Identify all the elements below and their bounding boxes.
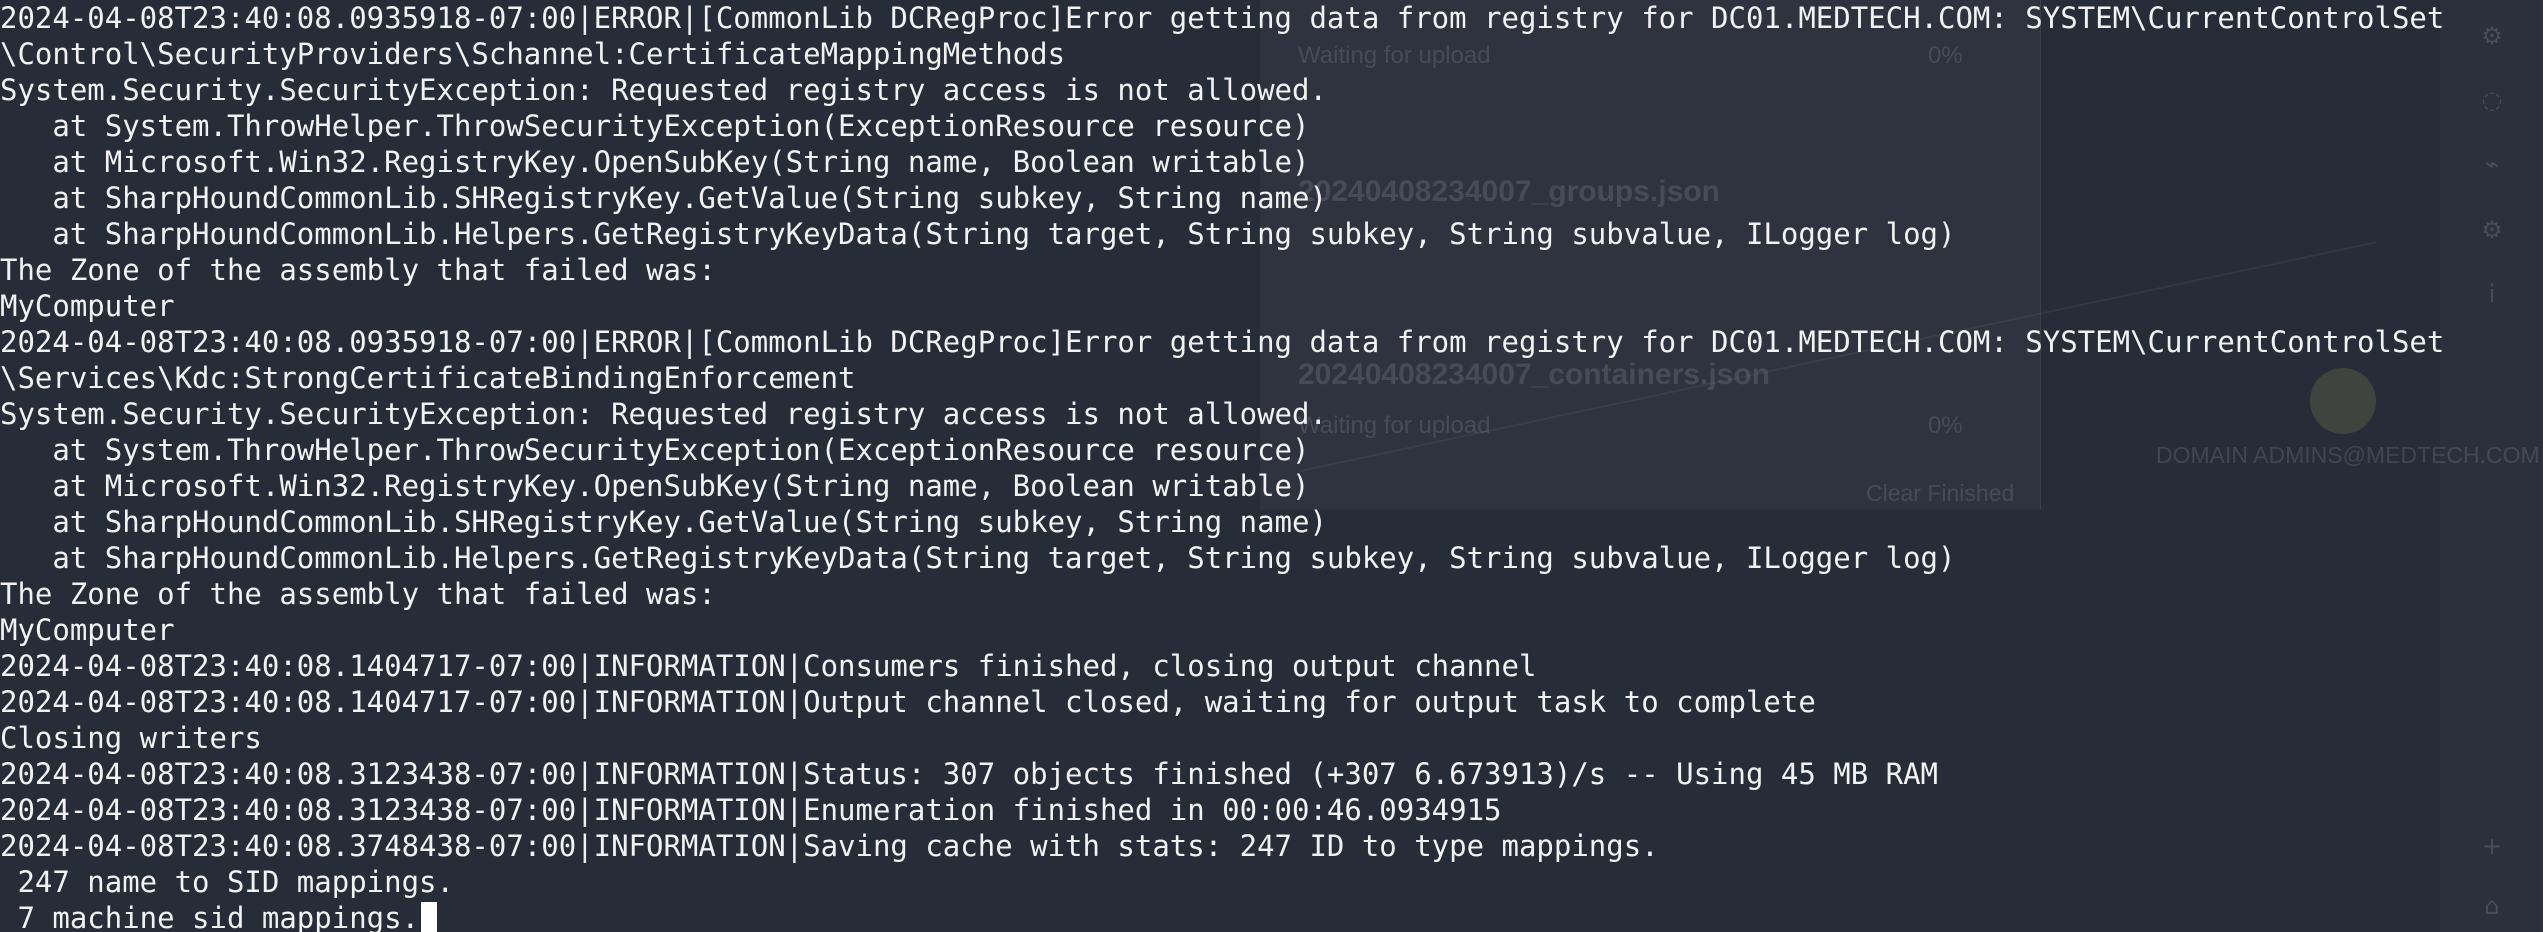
log-line: 2024-04-08T23:40:08.1404717-07:00|INFORM…	[0, 685, 1816, 719]
log-line: 2024-04-08T23:40:08.0935918-07:00|ERROR|…	[0, 325, 2445, 359]
log-line: at SharpHoundCommonLib.Helpers.GetRegist…	[0, 217, 1956, 251]
log-line: The Zone of the assembly that failed was…	[0, 577, 716, 611]
log-line: at Microsoft.Win32.RegistryKey.OpenSubKe…	[0, 469, 1310, 503]
log-line: at SharpHoundCommonLib.Helpers.GetRegist…	[0, 541, 1956, 575]
log-line: at SharpHoundCommonLib.SHRegistryKey.Get…	[0, 505, 1327, 539]
log-line: at System.ThrowHelper.ThrowSecurityExcep…	[0, 109, 1310, 143]
log-line: \Control\SecurityProviders\Schannel:Cert…	[0, 37, 1066, 71]
log-line: System.Security.SecurityException: Reque…	[0, 73, 1327, 107]
terminal-window[interactable]: Waiting for upload 0% 20240408234007_gro…	[0, 0, 2543, 932]
log-line: at System.ThrowHelper.ThrowSecurityExcep…	[0, 433, 1310, 467]
log-line: 2024-04-08T23:40:08.3748438-07:00|INFORM…	[0, 829, 1659, 863]
log-line: 2024-04-08T23:40:08.3123438-07:00|INFORM…	[0, 793, 1502, 827]
log-line: 2024-04-08T23:40:08.0935918-07:00|ERROR|…	[0, 1, 2445, 35]
log-line: at SharpHoundCommonLib.SHRegistryKey.Get…	[0, 181, 1327, 215]
log-line: 247 name to SID mappings.	[0, 865, 454, 899]
log-line: 2024-04-08T23:40:08.1404717-07:00|INFORM…	[0, 649, 1537, 683]
last-log-line: 7 machine sid mappings.	[0, 900, 2543, 932]
log-line: 2024-04-08T23:40:08.3123438-07:00|INFORM…	[0, 757, 1939, 791]
log-line: The Zone of the assembly that failed was…	[0, 253, 716, 287]
terminal-cursor	[421, 902, 438, 932]
log-line: System.Security.SecurityException: Reque…	[0, 397, 1327, 431]
log-line: \Services\Kdc:StrongCertificateBindingEn…	[0, 361, 856, 395]
log-line: MyComputer	[0, 613, 175, 647]
terminal-output[interactable]: 2024-04-08T23:40:08.0935918-07:00|ERROR|…	[0, 0, 2543, 932]
log-line-text: 7 machine sid mappings.	[0, 901, 420, 932]
log-line: MyComputer	[0, 289, 175, 323]
log-line: Closing writers	[0, 721, 262, 755]
log-line: at Microsoft.Win32.RegistryKey.OpenSubKe…	[0, 145, 1310, 179]
